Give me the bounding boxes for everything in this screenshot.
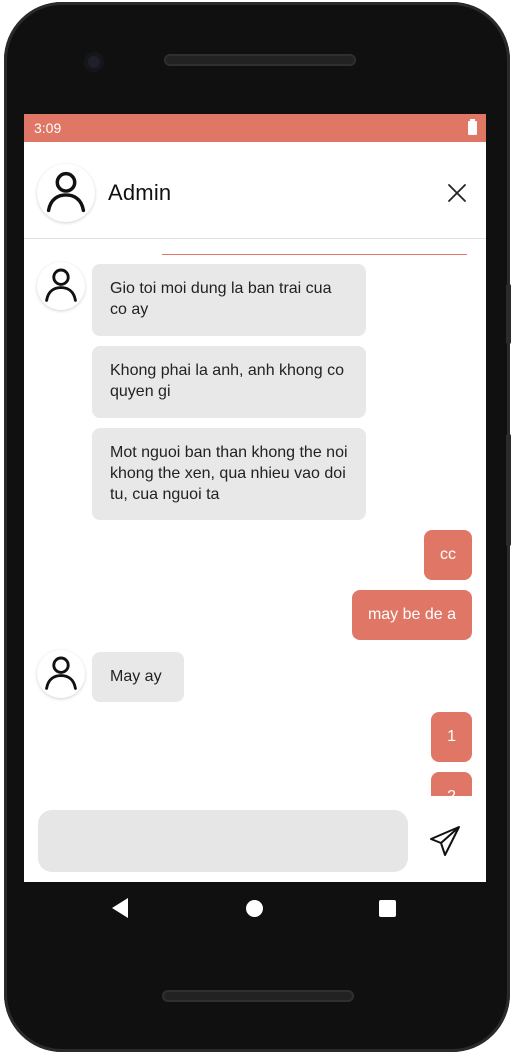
chat-title: Admin: [108, 180, 172, 205]
incoming-message[interactable]: Gio toi moi dung la ban trai cua co ay: [92, 264, 366, 336]
user-icon[interactable]: [37, 164, 95, 222]
message-input[interactable]: [38, 810, 408, 872]
outgoing-message[interactable]: may be de a: [351, 590, 472, 640]
incoming-message[interactable]: Khong phai la anh, anh khong co quyen gi: [92, 346, 366, 418]
status-bar: 3:09: [24, 114, 486, 142]
status-time: 3:09: [34, 120, 62, 136]
system-nav-bar: [24, 882, 486, 934]
send-icon[interactable]: [428, 824, 462, 858]
front-camera: [84, 52, 104, 72]
back-icon[interactable]: [112, 898, 128, 918]
outgoing-message[interactable]: 1: [431, 712, 472, 762]
message-list[interactable]: Gio toi moi dung la ban trai cua co ay K…: [24, 256, 486, 796]
recent-apps-icon[interactable]: [379, 900, 396, 917]
chat-header: Admin: [24, 142, 486, 239]
outgoing-message[interactable]: cc: [424, 530, 472, 580]
bottom-speaker: [162, 990, 354, 1002]
outgoing-message[interactable]: 2: [431, 772, 472, 796]
volume-button: [506, 434, 511, 546]
incoming-message[interactable]: Mot nguoi ban than khong the noi khong t…: [92, 428, 366, 520]
earpiece-speaker: [164, 54, 356, 66]
close-icon[interactable]: [444, 180, 470, 206]
incoming-message[interactable]: May ay: [92, 652, 184, 702]
app-screen: 3:09 Admin Gio toi moi dung la ban trai …: [24, 114, 486, 882]
battery-icon: [468, 119, 477, 135]
home-icon[interactable]: [246, 900, 263, 917]
user-icon: [37, 262, 85, 310]
accent-divider: [162, 254, 467, 255]
user-icon: [37, 650, 85, 698]
power-button: [506, 284, 511, 344]
